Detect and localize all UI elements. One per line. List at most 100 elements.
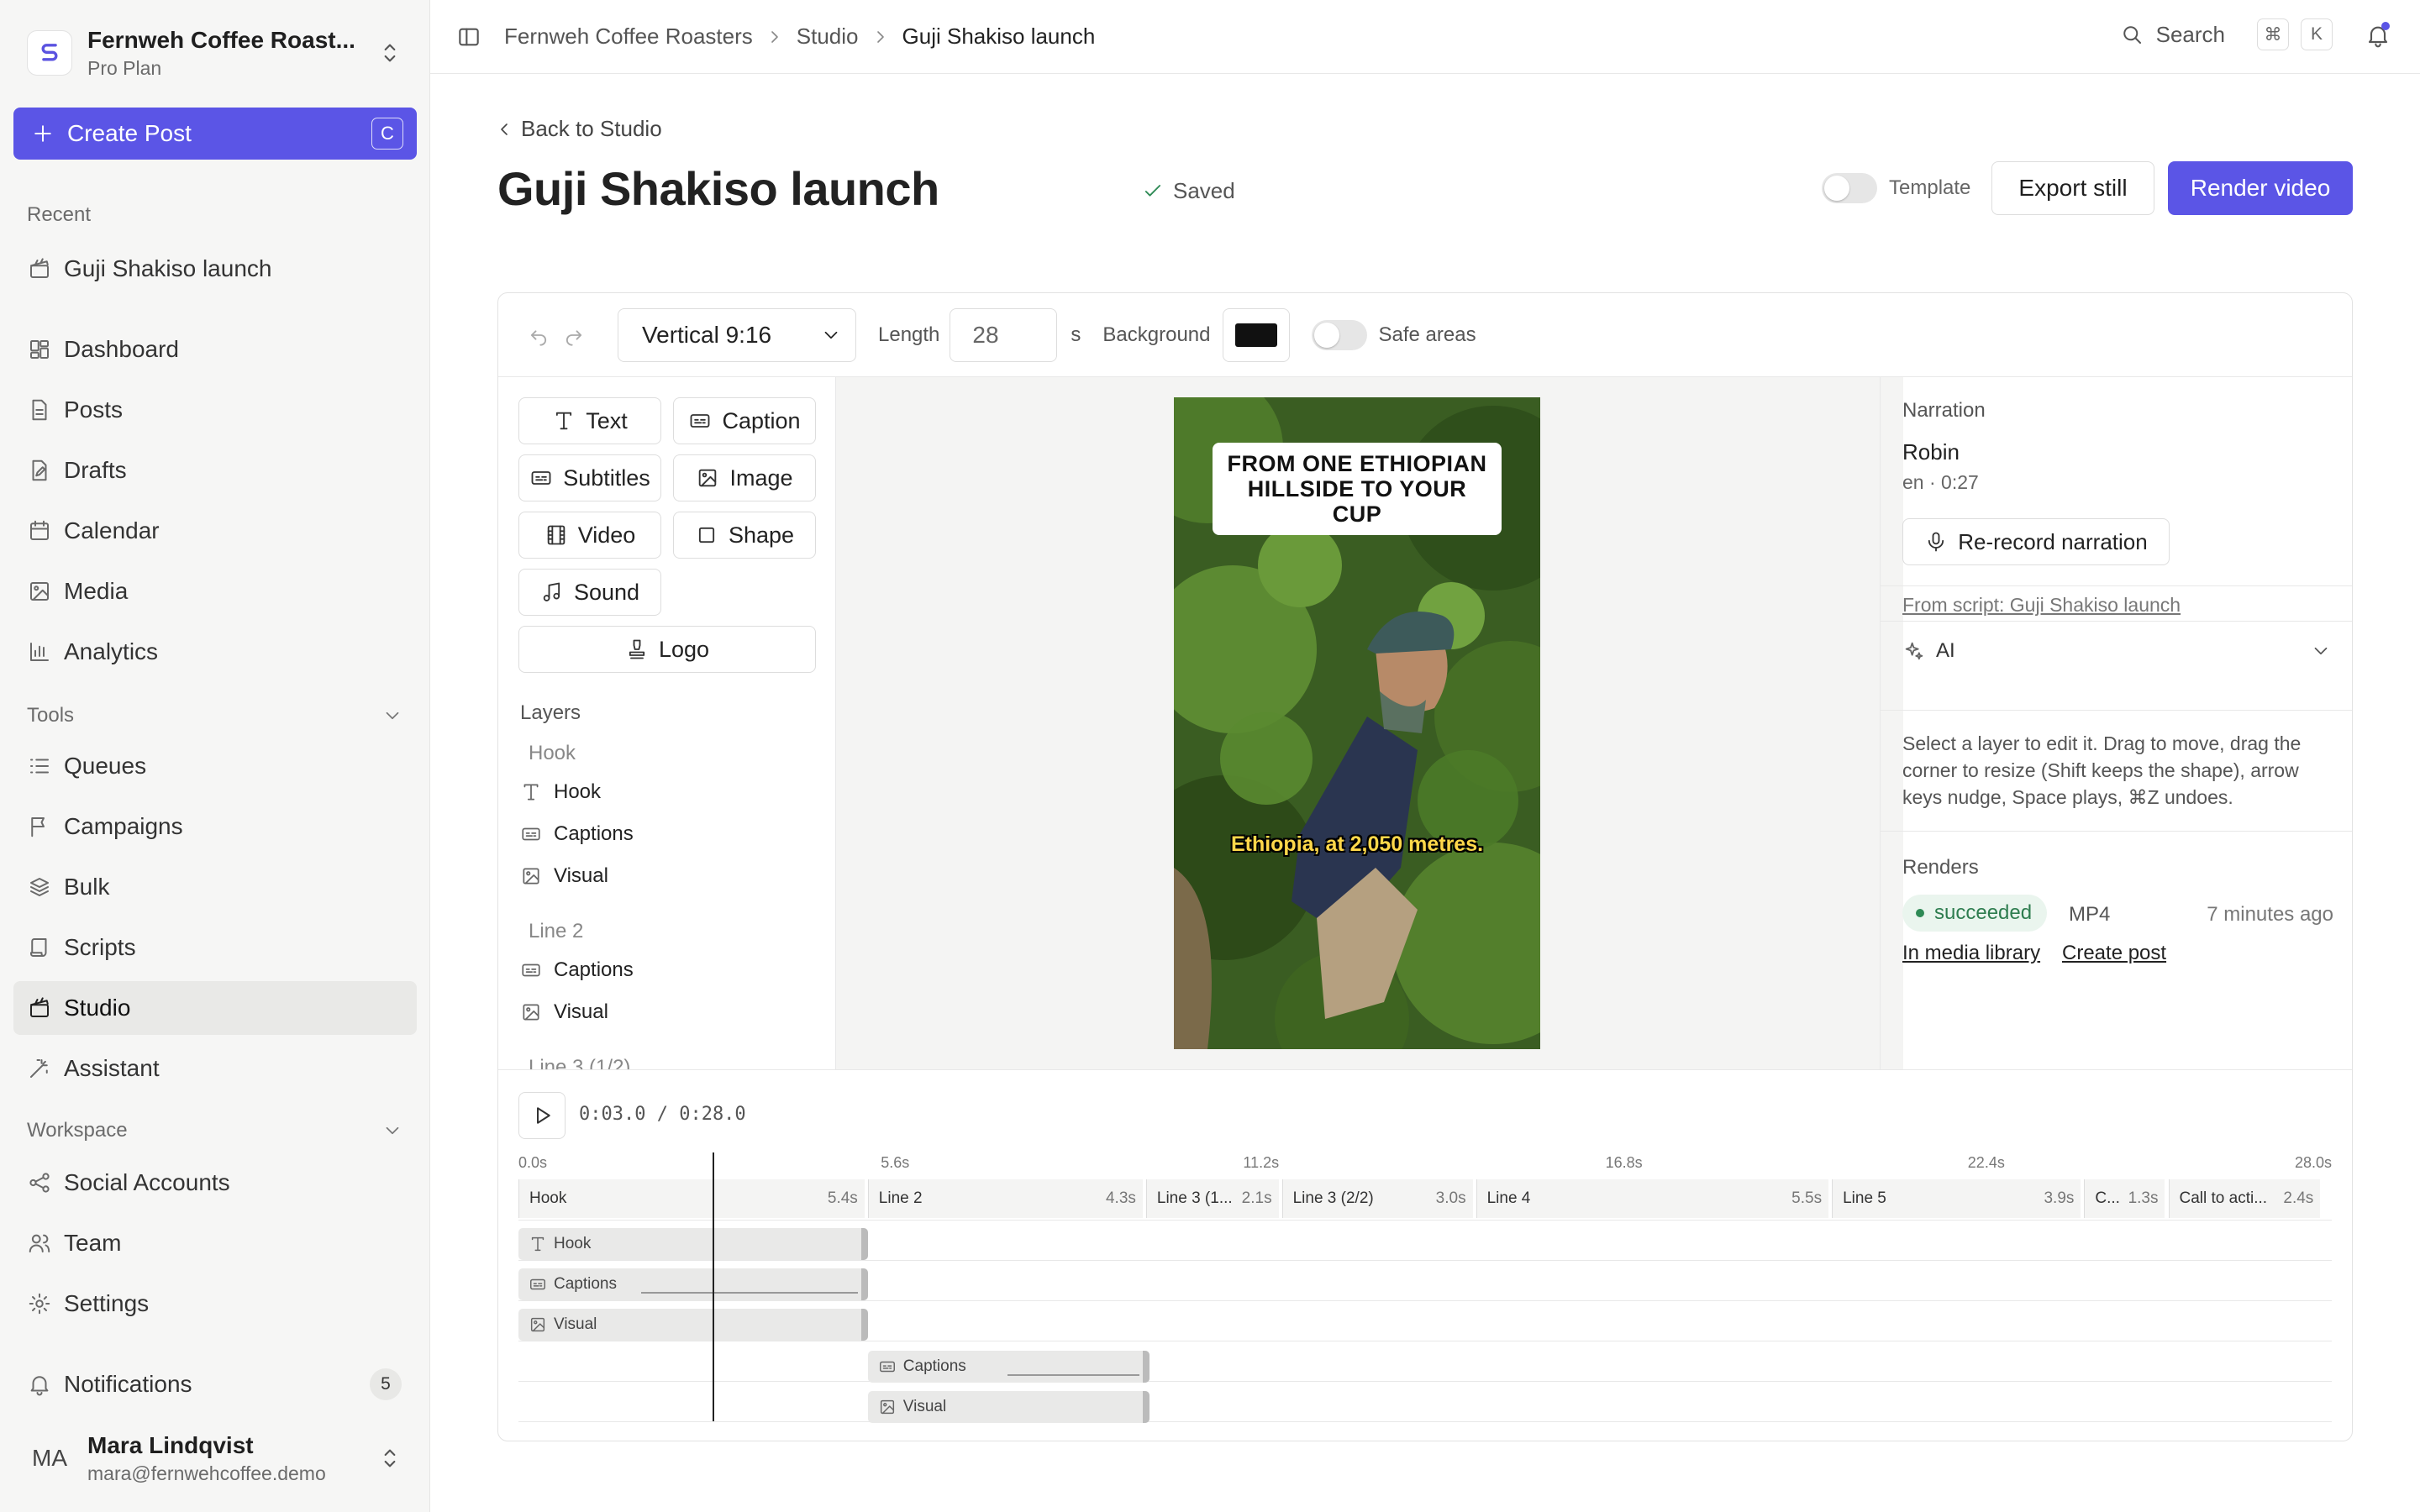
- sidebar-item-analytics[interactable]: Analytics: [13, 625, 417, 679]
- user-name: Mara Lindqvist: [87, 1431, 254, 1458]
- clip-resize-handle[interactable]: [1142, 1391, 1150, 1423]
- clip-resize-handle[interactable]: [1142, 1351, 1150, 1383]
- sidebar-item-team[interactable]: Team: [13, 1216, 417, 1270]
- add-logo-button[interactable]: Logo: [518, 626, 816, 673]
- workspace-plan: Pro Plan: [87, 56, 162, 79]
- clip-resize-handle[interactable]: [860, 1228, 868, 1260]
- search-button[interactable]: Search ⌘ K: [2119, 18, 2333, 50]
- layer-line2-visual[interactable]: Visual: [520, 1000, 608, 1024]
- timeline-segment[interactable]: Line 3 (2/2) 3.0s: [1281, 1179, 1473, 1218]
- time-tick: 5.6s: [881, 1154, 910, 1171]
- sidebar-item-dashboard[interactable]: Dashboard: [13, 323, 417, 376]
- add-text-button[interactable]: Text: [518, 397, 661, 444]
- undo-icon[interactable]: [527, 323, 550, 347]
- timeline-clip[interactable]: Captions: [518, 1268, 868, 1300]
- breadcrumb-workspace[interactable]: Fernweh Coffee Roasters: [504, 24, 753, 50]
- timeline-segment[interactable]: Line 3 (1... 2.1s: [1145, 1179, 1279, 1218]
- sidebar-item-label: Team: [64, 1230, 122, 1256]
- stamp-icon: [625, 638, 649, 661]
- background-color-picker[interactable]: [1222, 307, 1290, 362]
- sidebar-item-settings[interactable]: Settings: [13, 1277, 417, 1331]
- re-record-narration-button[interactable]: Re-record narration: [1902, 518, 2170, 565]
- timeline-clip[interactable]: Visual: [518, 1309, 868, 1341]
- sidebar-item-label: Calendar: [64, 517, 160, 543]
- sidebar-item-media[interactable]: Media: [13, 564, 417, 618]
- layer-hook-captions[interactable]: Captions: [520, 822, 634, 846]
- clip-resize-handle[interactable]: [860, 1309, 868, 1341]
- sidebar-item-social-accounts[interactable]: Social Accounts: [13, 1156, 417, 1210]
- caption-icon: [520, 959, 542, 981]
- segment-duration: 2.4s: [2283, 1189, 2314, 1207]
- sidebar-item-scripts[interactable]: Scripts: [13, 921, 417, 974]
- script-source-link[interactable]: From script: Guji Shakiso launch: [1902, 594, 2181, 617]
- breadcrumb-studio[interactable]: Studio: [797, 24, 859, 50]
- top-bar: Fernweh Coffee Roasters Studio Guji Shak…: [430, 0, 2420, 74]
- sidebar-item-label: Scripts: [64, 934, 136, 960]
- segment-name: Hook: [529, 1189, 567, 1207]
- add-image-button[interactable]: Image: [673, 454, 816, 501]
- add-shape-button[interactable]: Shape: [673, 512, 816, 559]
- workspace-heading[interactable]: Workspace: [27, 1119, 403, 1142]
- sidebar-item-bulk[interactable]: Bulk: [13, 860, 417, 914]
- format-select[interactable]: Vertical 9:16: [618, 307, 856, 362]
- timeline-segment[interactable]: Hook 5.4s: [518, 1179, 865, 1218]
- timeline-segment[interactable]: Line 4 5.5s: [1476, 1179, 1829, 1218]
- sidebar-item-notifications[interactable]: Notifications 5: [13, 1357, 417, 1411]
- add-sound-button[interactable]: Sound: [518, 569, 661, 616]
- clip-resize-handle[interactable]: [860, 1268, 868, 1300]
- template-toggle[interactable]: Template: [1822, 173, 1970, 203]
- ai-section-toggle[interactable]: AI: [1902, 639, 2332, 663]
- back-label: Back to Studio: [521, 116, 662, 141]
- timeline-clip[interactable]: Captions: [867, 1351, 1150, 1383]
- track-divider: [518, 1421, 2332, 1422]
- sidebar-item-queues[interactable]: Queues: [13, 739, 417, 793]
- timeline-segment[interactable]: Line 2 4.3s: [867, 1179, 1143, 1218]
- sidebar-item-campaigns[interactable]: Campaigns: [13, 800, 417, 853]
- timeline-segment[interactable]: Call to acti... 2.4s: [2168, 1179, 2321, 1218]
- render-video-button[interactable]: Render video: [2168, 161, 2353, 215]
- user-menu[interactable]: MA Mara Lindqvist mara@fernwehcoffee.dem…: [27, 1425, 403, 1492]
- timeline-clip[interactable]: Hook: [518, 1228, 868, 1260]
- create-shortcut: C: [371, 118, 403, 150]
- add-subtitles-button[interactable]: Subtitles: [518, 454, 661, 501]
- notifications-button[interactable]: [2365, 22, 2391, 53]
- sidebar-toggle-icon[interactable]: [455, 24, 482, 50]
- caption-text-layer[interactable]: Ethiopia, at 2,050 metres.: [1174, 832, 1540, 857]
- tools-heading[interactable]: Tools: [27, 704, 403, 727]
- hook-text-layer[interactable]: FROM ONE ETHIOPIAN HILLSIDE TO YOUR CUP: [1213, 443, 1502, 535]
- redo-icon[interactable]: [562, 323, 586, 347]
- template-switch[interactable]: [1822, 173, 1877, 203]
- play-button[interactable]: [518, 1092, 566, 1139]
- timeline-clip[interactable]: Visual: [867, 1391, 1150, 1423]
- sidebar-item-assistant[interactable]: Assistant: [13, 1042, 417, 1095]
- length-input[interactable]: 28: [950, 307, 1058, 362]
- recent-item-guji[interactable]: Guji Shakiso launch: [13, 242, 417, 296]
- add-caption-button[interactable]: Caption: [673, 397, 816, 444]
- playhead[interactable]: [713, 1152, 714, 1421]
- sidebar-item-calendar[interactable]: Calendar: [13, 504, 417, 558]
- status-dot: [1916, 909, 1924, 917]
- back-to-studio-link[interactable]: Back to Studio: [494, 116, 662, 142]
- in-media-library-link[interactable]: In media library: [1902, 942, 2040, 965]
- divider: [1881, 621, 2352, 622]
- timeline-segment[interactable]: Line 5 3.9s: [1832, 1179, 2081, 1218]
- create-post-link[interactable]: Create post: [2062, 942, 2166, 965]
- segment-duration: 3.9s: [2044, 1189, 2075, 1207]
- create-post-button[interactable]: Create Post C: [13, 108, 417, 160]
- workspace-switcher[interactable]: Fernweh Coffee Roast... Pro Plan: [27, 25, 403, 81]
- safe-areas-switch[interactable]: [1311, 319, 1367, 350]
- workspace-logo: [27, 30, 72, 76]
- add-text-label: Text: [586, 407, 628, 433]
- timeline-segment[interactable]: C... 1.3s: [2084, 1179, 2165, 1218]
- sidebar-item-posts[interactable]: Posts: [13, 383, 417, 437]
- export-still-button[interactable]: Export still: [1991, 161, 2154, 215]
- segment-duration: 5.4s: [827, 1189, 858, 1207]
- sidebar-item-drafts[interactable]: Drafts: [13, 444, 417, 497]
- layer-hook-text[interactable]: Hook: [520, 780, 601, 804]
- layer-hook-visual[interactable]: Visual: [520, 864, 608, 888]
- layer-line2-captions[interactable]: Captions: [520, 958, 634, 982]
- add-subtitles-label: Subtitles: [563, 465, 650, 491]
- sidebar-item-studio[interactable]: Studio: [13, 981, 417, 1035]
- video-preview-frame[interactable]: FROM ONE ETHIOPIAN HILLSIDE TO YOUR CUP …: [1174, 397, 1540, 1049]
- add-video-button[interactable]: Video: [518, 512, 661, 559]
